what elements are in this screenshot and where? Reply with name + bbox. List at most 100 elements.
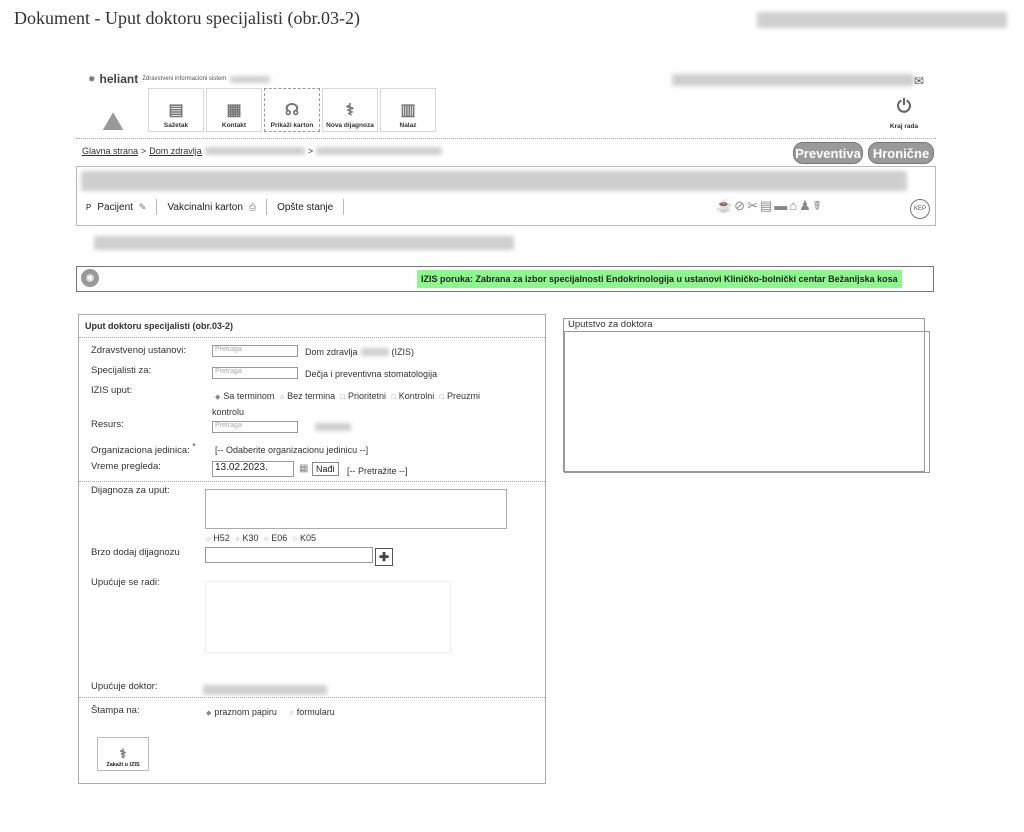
mail-icon[interactable]: ✉ xyxy=(914,74,924,88)
option-prioritetni: Prioritetni xyxy=(347,391,386,401)
institution-label: Zdravstvenoj ustanovi: xyxy=(91,345,187,356)
toolbar-contact-button[interactable]: ▦ Kontakt xyxy=(206,88,262,132)
main-toolbar: ⛰ ▤ Sažetak ▦ Kontakt ☊ Prikaži karton ⚕… xyxy=(78,88,438,134)
izis-referral-options: ◆ Sa terminom ○ Bez termina □ Prioritetni □… xyxy=(212,389,512,419)
app-subtitle: Zdravstveni informacioni sistem xyxy=(142,76,227,82)
info-icon: ✺ xyxy=(81,269,99,287)
power-icon: ⏻ xyxy=(896,96,912,116)
checkbox-preuzmi-kontrolu[interactable]: □ xyxy=(440,394,444,401)
tab-general-state-label: Opšte stanje xyxy=(277,201,334,213)
breadcrumb-separator: > xyxy=(141,146,147,156)
diagnosis-icon: ⚕ xyxy=(345,102,355,119)
toolbar-new-diagnosis-button[interactable]: ⚕ Nova dijagnoza xyxy=(322,88,378,132)
plus-icon: ✚ xyxy=(378,550,390,564)
redacted-patient-info xyxy=(81,171,907,191)
calendar-icon[interactable]: ▦ xyxy=(299,463,308,474)
radio-code-k30[interactable]: ○ xyxy=(235,536,239,543)
doctor-instructions-panel: Uputstvo za doktora xyxy=(563,318,930,473)
redacted-institution xyxy=(360,348,389,356)
toolbar-finding-button[interactable]: ▥ Nalaz xyxy=(380,88,436,132)
radio-code-k05[interactable]: ○ xyxy=(293,536,297,543)
logo-icon: ✹ xyxy=(88,73,96,84)
patient-tabs: P Pacijent ✎ Vakcinalni karton ⎙ Opšte s… xyxy=(76,196,345,218)
toolbar-chart-button[interactable]: ☊ Prikaži karton xyxy=(264,88,320,132)
tab-general-state[interactable]: Opšte stanje xyxy=(267,199,345,215)
org-unit-select[interactable]: [-- Odaberite organizacionu jedinicu --] xyxy=(215,445,368,455)
breadcrumb-home-link[interactable]: Glavna strana xyxy=(82,146,138,156)
breadcrumb-facility-link[interactable]: Dom zdravlja xyxy=(149,146,202,156)
quick-diagnosis-codes: ○ H52 ○ K30 ○ E06 ○ K05 xyxy=(203,531,316,547)
preventiva-button[interactable]: Preventiva xyxy=(793,142,863,164)
required-marker: * xyxy=(192,442,196,451)
exit-button[interactable]: ⏻ Kraj rada xyxy=(884,96,924,130)
contact-icon: ▦ xyxy=(226,102,242,119)
specialist-label: Specijalisti za: xyxy=(91,365,152,376)
quick-add-diagnosis-label: Brzo dodaj dijagnozu xyxy=(91,547,180,558)
institution-search-input[interactable]: Pretraga xyxy=(212,345,298,357)
toolbar-contact-label: Kontakt xyxy=(221,122,247,129)
redacted-header-text xyxy=(757,12,1007,28)
radio-sa-terminom[interactable]: ◆ xyxy=(215,394,220,401)
app-logo: heliant xyxy=(99,72,139,86)
checkbox-prioritetni[interactable]: □ xyxy=(341,394,345,401)
edit-icon: ✎ xyxy=(138,201,147,212)
schedule-izis-label: Zakaži u IZIS xyxy=(106,762,140,768)
finding-icon: ▥ xyxy=(400,102,416,119)
institution-value-text: Dom zdravlja xyxy=(305,347,358,357)
toolbar-summary-button[interactable]: ▤ Sažetak xyxy=(148,88,204,132)
resource-label: Resurs: xyxy=(91,419,124,430)
exam-date-input[interactable]: 13.02.2023. xyxy=(212,461,294,477)
schedule-icon: ⚕ xyxy=(119,746,127,761)
option-sa-terminom: Sa terminom xyxy=(223,391,275,401)
code-h52: H52 xyxy=(213,533,230,543)
search-result-select[interactable]: [-- Pretražite --] xyxy=(347,466,408,476)
patient-tools[interactable]: ☕⊘✂▤▬⌂♟☤ xyxy=(716,198,823,214)
redacted-resource xyxy=(315,423,351,431)
referring-doctor-label: Upućuje doktor: xyxy=(91,681,158,692)
institution-suffix: (IZIS) xyxy=(391,347,415,357)
option-blank-paper: praznom papiru xyxy=(214,707,277,717)
institution-value: Dom zdravlja (IZIS) xyxy=(305,347,414,357)
tab-patient-label: Pacijent xyxy=(97,201,133,213)
hronicne-button[interactable]: Hronične xyxy=(868,142,934,164)
tab-vaccination[interactable]: Vakcinalni karton ⎙ xyxy=(157,199,268,215)
org-unit-label-text: Organizaciona jedinica: xyxy=(91,445,190,457)
add-diagnosis-button[interactable]: ✚ xyxy=(375,548,393,566)
divider xyxy=(79,481,545,482)
home-button[interactable]: ⛰ xyxy=(78,88,148,134)
diagnosis-textarea[interactable] xyxy=(205,489,507,529)
exam-time-label: Vreme pregleda: xyxy=(91,461,161,472)
checkbox-kontrolni[interactable]: □ xyxy=(391,394,395,401)
radio-bez-termina[interactable]: ○ xyxy=(280,394,284,401)
print-options: ◆ praznom papiru ○ formularu xyxy=(203,705,335,721)
divider xyxy=(79,697,545,698)
toolbar-new-diagnosis-label: Nova dijagnoza xyxy=(326,122,374,129)
tab-patient[interactable]: P Pacijent ✎ xyxy=(76,199,158,215)
diagnosis-label: Dijagnoza za uput: xyxy=(91,485,170,496)
redacted-page-name xyxy=(316,147,443,155)
redacted-insurance-info xyxy=(94,236,514,250)
radio-form[interactable]: ○ xyxy=(289,710,293,717)
find-button[interactable]: Nađi xyxy=(312,462,339,476)
breadcrumb: Glavna strana > Dom zdravlja > xyxy=(82,146,443,156)
radio-code-e06[interactable]: ○ xyxy=(264,536,268,543)
radio-code-h52[interactable]: ○ xyxy=(206,536,210,543)
kep-icon[interactable]: KEP xyxy=(910,199,930,219)
divider xyxy=(76,138,936,139)
quick-add-diagnosis-input[interactable] xyxy=(205,547,373,563)
radio-blank-paper[interactable]: ◆ xyxy=(206,710,211,717)
resource-search-input[interactable]: Pretraga xyxy=(212,421,298,433)
referral-form: Uput doktoru specijalisti (obr.03-2) Zdr… xyxy=(78,314,546,784)
patient-tab-icon: P xyxy=(86,202,92,212)
reason-textarea[interactable] xyxy=(205,581,451,653)
code-e06: E06 xyxy=(271,533,288,543)
specialist-search-input[interactable]: Pretraga xyxy=(212,367,298,379)
summary-icon: ▤ xyxy=(168,102,184,119)
breadcrumb-separator: > xyxy=(307,146,314,156)
redacted-org-name xyxy=(230,75,271,83)
org-unit-label: Organizaciona jedinica: * xyxy=(91,442,195,456)
reason-label: Upućuje se radi: xyxy=(91,577,160,588)
option-bez-termina: Bez termina xyxy=(287,391,336,401)
message-bar: ✺ IZIS poruka: Zabrana za izbor specijal… xyxy=(76,266,934,292)
schedule-izis-button[interactable]: ⚕ Zakaži u IZIS xyxy=(97,737,149,771)
